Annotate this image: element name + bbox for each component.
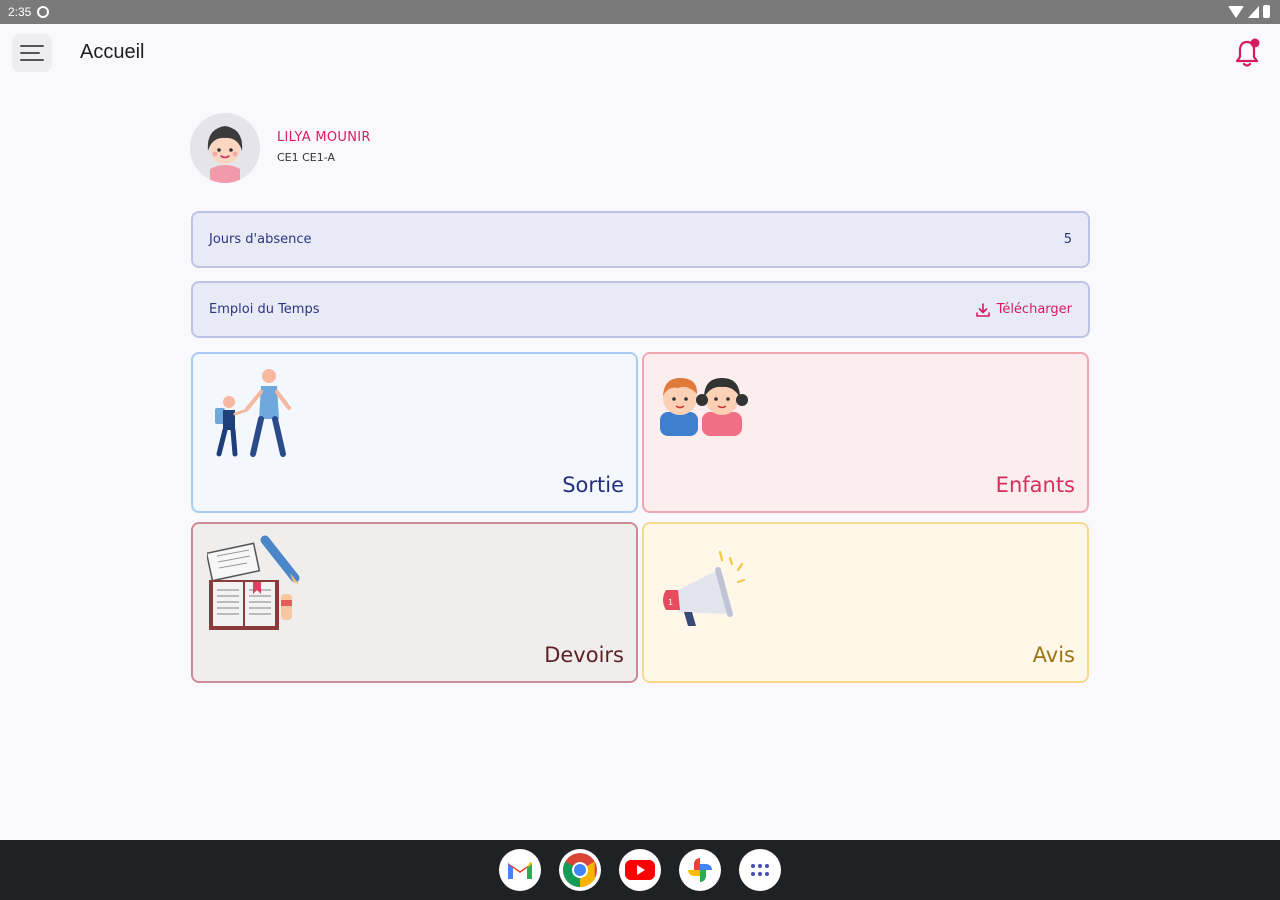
- avatar: [190, 113, 260, 183]
- menu-icon: [20, 45, 44, 47]
- battery-icon: [1263, 5, 1270, 18]
- student-class: CE1 CE1-A: [277, 151, 336, 164]
- tile-sortie[interactable]: Sortie: [191, 352, 638, 513]
- girl-avatar-icon: [190, 113, 260, 183]
- page-title: Accueil: [80, 41, 145, 63]
- tile-enfants-label: Enfants: [995, 473, 1075, 497]
- gmail-icon[interactable]: [499, 849, 541, 891]
- app-bar: Accueil: [0, 24, 1280, 82]
- walking-parent-child-icon: [215, 369, 291, 457]
- svg-text:1: 1: [668, 598, 673, 607]
- notification-bell-icon[interactable]: [1234, 38, 1260, 68]
- tile-sortie-label: Sortie: [562, 473, 624, 497]
- photos-icon[interactable]: [679, 849, 721, 891]
- settings-status-icon: [37, 6, 50, 18]
- tile-enfants[interactable]: Enfants: [642, 352, 1089, 513]
- timetable-label: Emploi du Temps: [209, 302, 320, 317]
- status-time: 2:35: [8, 5, 32, 19]
- tile-devoirs-label: Devoirs: [544, 643, 624, 667]
- status-icons: [1228, 5, 1270, 18]
- children-icon: [660, 378, 748, 436]
- taskbar: [0, 840, 1280, 900]
- wifi-icon: [1228, 5, 1244, 18]
- absence-row[interactable]: Jours d'absence 5: [191, 211, 1090, 268]
- menu-button[interactable]: [12, 34, 52, 72]
- homework-book-icon: [207, 535, 300, 630]
- absence-label: Jours d'absence: [209, 232, 312, 247]
- megaphone-icon: 1: [663, 550, 746, 626]
- download-icon: [975, 302, 990, 317]
- download-button[interactable]: Télécharger: [975, 302, 1072, 318]
- app-drawer-icon[interactable]: [739, 849, 781, 891]
- status-bar: 2:35: [0, 0, 1280, 24]
- tile-devoirs[interactable]: Devoirs: [191, 522, 638, 683]
- chrome-icon[interactable]: [559, 849, 601, 891]
- download-label: Télécharger: [996, 302, 1072, 317]
- tile-avis[interactable]: 1 Avis: [642, 522, 1089, 683]
- app-dock: [499, 849, 781, 891]
- timetable-row: Emploi du Temps Télécharger: [191, 281, 1090, 338]
- student-name: LILYA MOUNIR: [277, 130, 371, 145]
- tile-avis-label: Avis: [1032, 643, 1075, 667]
- signal-icon: [1248, 5, 1259, 18]
- youtube-icon[interactable]: [619, 849, 661, 891]
- absence-count: 5: [1063, 232, 1072, 247]
